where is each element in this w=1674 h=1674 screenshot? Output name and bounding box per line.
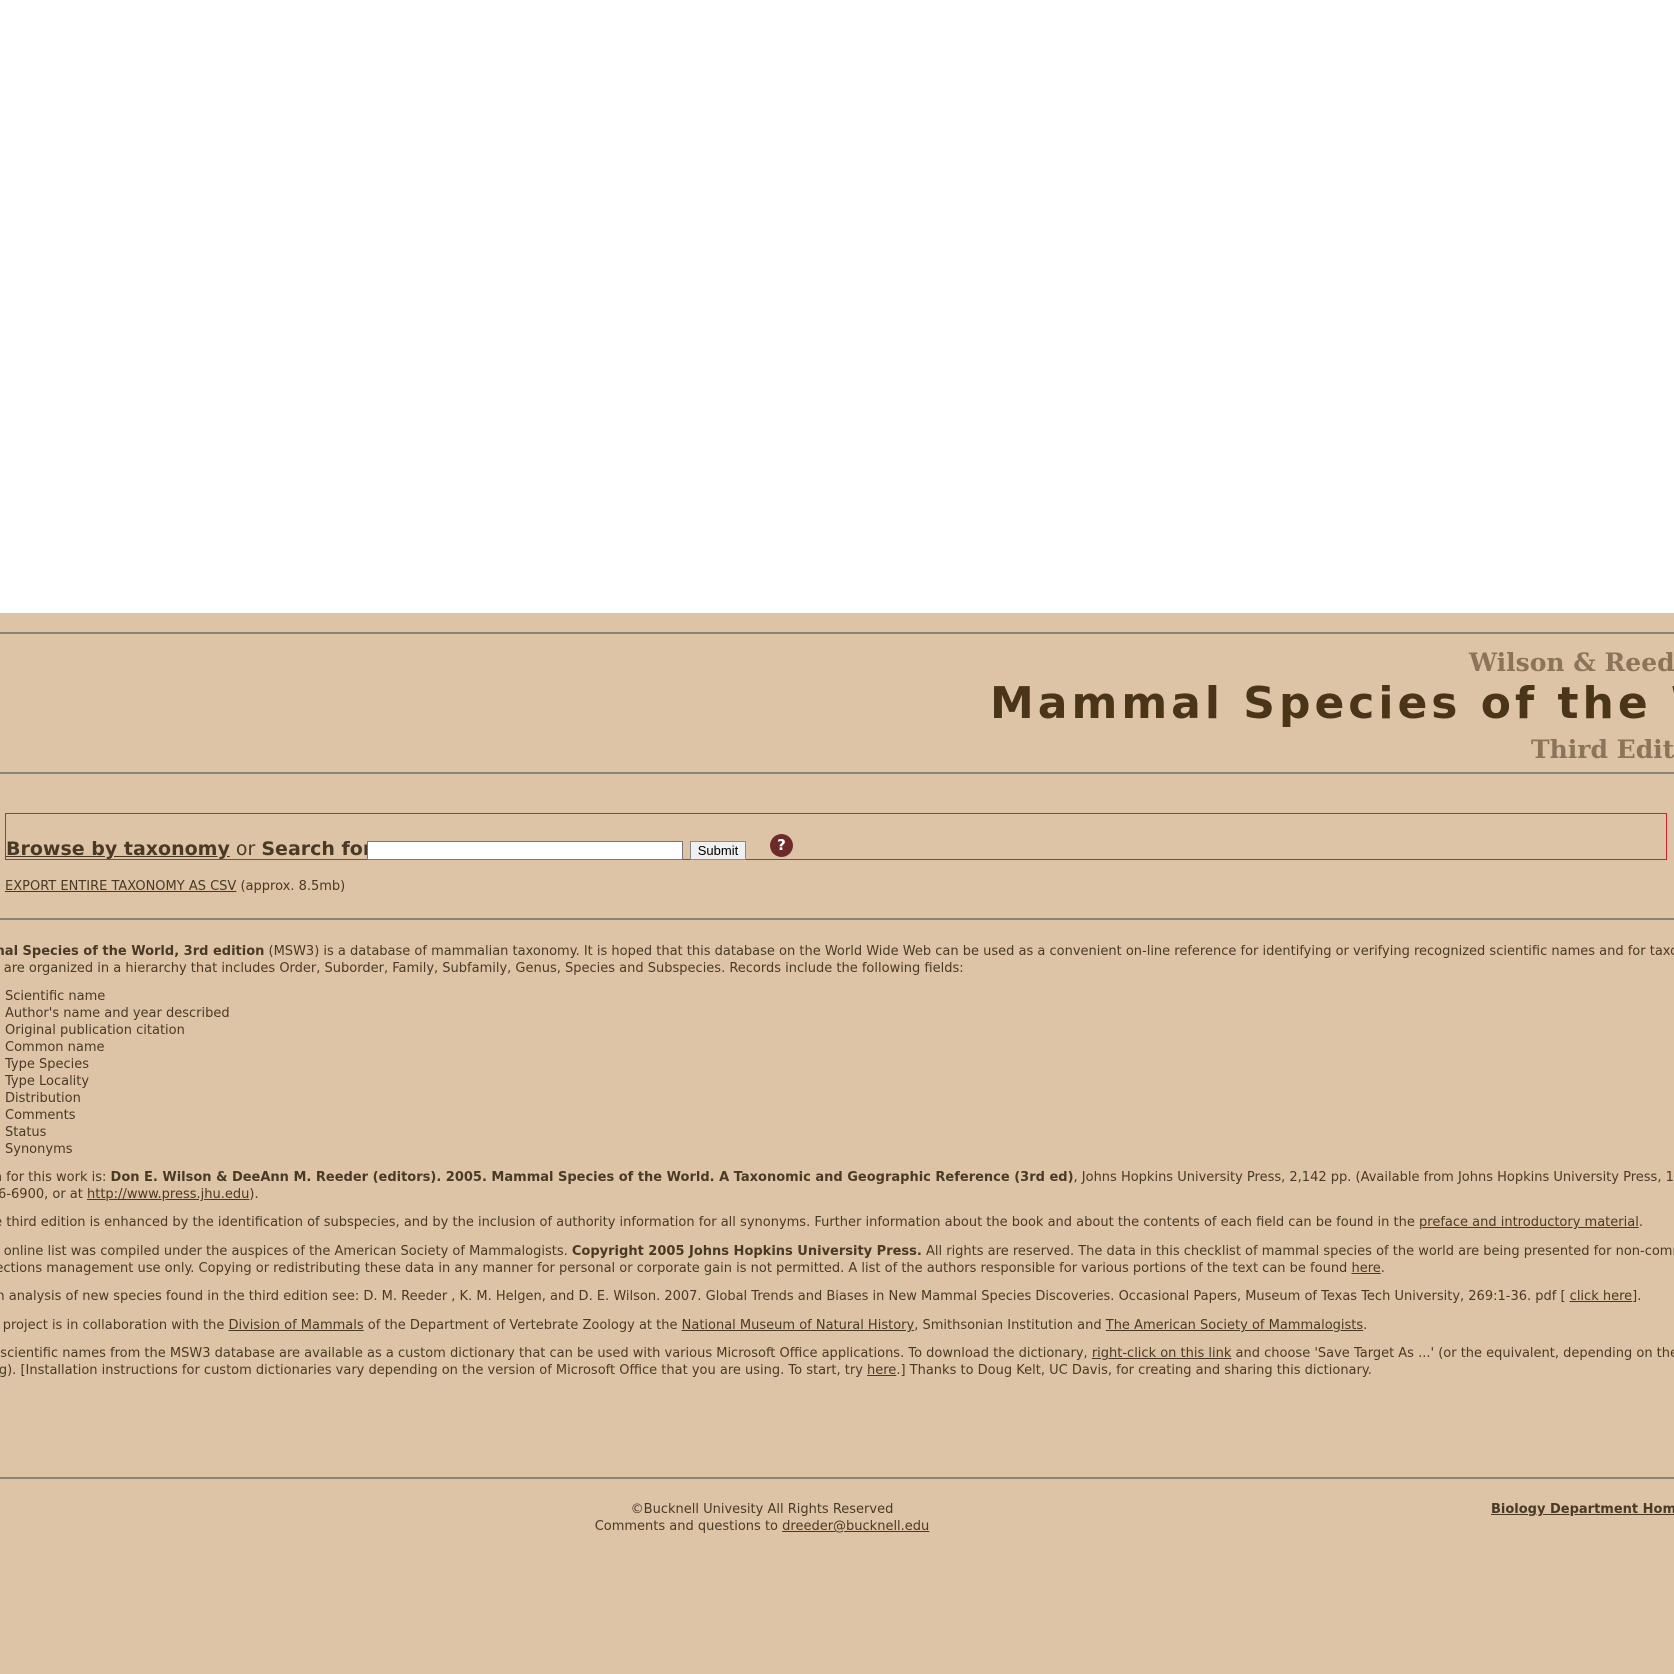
nmnh-link[interactable]: National Museum of Natural History <box>682 1318 915 1333</box>
footer: ©Bucknell Univesity All Rights Reserved … <box>0 1501 1524 1535</box>
authors-here-link[interactable]: here <box>1351 1261 1380 1276</box>
export-csv-link[interactable]: EXPORT ENTIRE TAXONOMY AS CSV <box>5 879 236 894</box>
header-bottom-rule <box>0 772 1674 774</box>
or-text: or <box>235 838 256 860</box>
header-top-rule <box>0 632 1674 634</box>
dictionary-intro: The scientific names from the MSW3 datab… <box>0 1346 1092 1361</box>
analysis-pdf-link[interactable]: click here <box>1570 1289 1632 1304</box>
compiled-intro: This online list was compiled under the … <box>0 1244 572 1259</box>
dictionary-paragraph: The scientific names from the MSW3 datab… <box>0 1345 1674 1379</box>
intro-line1-text: (MSW3) is a database of mammalian taxono… <box>264 944 1674 959</box>
analysis-paragraph: For an analysis of new species found in … <box>0 1288 1641 1305</box>
jhu-press-link[interactable]: http://www.press.jhu.edu <box>87 1187 249 1202</box>
dictionary-download-link[interactable]: right-click on this link <box>1092 1346 1232 1361</box>
footer-copyright: ©Bucknell Univesity All Rights Reserved <box>630 1502 894 1517</box>
list-item: Type Locality <box>5 1074 90 1089</box>
contact-email-link[interactable]: dreeder@bucknell.edu <box>782 1519 929 1534</box>
export-line: EXPORT ENTIRE TAXONOMY AS CSV (approx. 8… <box>5 878 345 895</box>
preface-link[interactable]: preface and introductory material <box>1419 1215 1639 1230</box>
citation-paragraph: The citation for this work is: Don E. Wi… <box>0 1169 1674 1203</box>
citation-intro: The citation for this work is: <box>0 1170 107 1185</box>
list-item: Synonyms <box>5 1142 73 1157</box>
citation-phone: or (410) 516-6900, or at <box>0 1187 83 1202</box>
search-form: Browse by taxonomy or Search for: Submit… <box>5 813 1667 860</box>
compiled-paragraph: This online list was compiled under the … <box>0 1243 1674 1277</box>
intro-line2-text: names are organized in a hierarchy that … <box>0 961 964 976</box>
page-background: Wilson & Reeder Mammal Species of the Wo… <box>0 613 1674 1674</box>
third-edition-paragraph: The third edition is enhanced by the ide… <box>0 1214 1643 1231</box>
collaboration-paragraph: This project is in collaboration with th… <box>0 1317 1367 1334</box>
site-header: Wilson & Reeder Mammal Species of the Wo… <box>0 643 1674 764</box>
submit-button[interactable]: Submit <box>690 841 746 860</box>
list-item: Author's name and year described <box>5 1006 230 1021</box>
citation-reference: Don E. Wilson & DeeAnn M. Reeder (editor… <box>110 1170 1074 1185</box>
list-item: Status <box>5 1125 47 1140</box>
compiled-usage: collections management use only. Copying… <box>0 1261 1352 1276</box>
list-item: Scientific name <box>5 989 106 1004</box>
list-item: Type Species <box>5 1057 90 1072</box>
help-icon[interactable]: ? <box>770 834 793 857</box>
collaboration-text-1: of the Department of Vertebrate Zoology … <box>363 1318 682 1333</box>
dictionary-thanks: .] Thanks to Doug Kelt, UC Davis, for cr… <box>896 1363 1372 1378</box>
compiled-rights: All rights are reserved. The data in thi… <box>925 1244 1674 1259</box>
content-top-rule <box>0 918 1674 920</box>
collaboration-intro: This project is in collaboration with th… <box>0 1318 225 1333</box>
search-input[interactable] <box>367 841 683 860</box>
site-title: Mammal Species of the World <box>990 678 1674 729</box>
browse-taxonomy-link[interactable]: Browse by taxonomy <box>6 838 230 860</box>
asm-link[interactable]: The American Society of Mammalogists <box>1106 1318 1363 1333</box>
export-size-note: (approx. 8.5mb) <box>240 879 346 894</box>
collaboration-end: . <box>1363 1318 1368 1333</box>
footer-contact-text: Comments and questions to <box>594 1519 783 1534</box>
third-edition-text: The third edition is enhanced by the ide… <box>0 1215 1420 1230</box>
analysis-end: ]. <box>1632 1289 1642 1304</box>
collaboration-text-2: , Smithsonian Institution and <box>914 1318 1106 1333</box>
intro-bold-title: Mammal Species of the World, 3rd edition <box>0 944 265 959</box>
record-fields-list: Scientific name Author's name and year d… <box>5 988 230 1158</box>
list-item: Common name <box>5 1040 105 1055</box>
footer-right: Biology Department Home Page <box>1491 1501 1674 1518</box>
analysis-text: For an analysis of new species found in … <box>0 1289 1570 1304</box>
copyright-notice: Copyright 2005 Johns Hopkins University … <box>571 1244 922 1259</box>
list-item: Distribution <box>5 1091 81 1106</box>
compiled-end: . <box>1380 1261 1385 1276</box>
dictionary-install-link[interactable]: here <box>867 1363 896 1378</box>
citation-end: ). <box>249 1187 259 1202</box>
division-of-mammals-link[interactable]: Division of Mammals <box>228 1318 363 1333</box>
dictionary-install-note: using). [Installation instructions for c… <box>0 1363 868 1378</box>
list-item: Original publication citation <box>5 1023 185 1038</box>
citation-publisher: , Johns Hopkins University Press, 2,142 … <box>1073 1170 1674 1185</box>
list-item: Comments <box>5 1108 76 1123</box>
dictionary-instructions: and choose 'Save Target As ...' (or the … <box>1235 1346 1674 1361</box>
intro-paragraph: Mammal Species of the World, 3rd edition… <box>0 943 1674 977</box>
biology-home-link[interactable]: Biology Department Home Page <box>1491 1502 1674 1517</box>
header-authors: Wilson & Reeder <box>1469 648 1674 677</box>
header-edition: Third Edition <box>1531 735 1674 764</box>
third-edition-end: . <box>1638 1215 1643 1230</box>
search-row: Browse by taxonomy or Search for: <box>6 838 380 860</box>
search-for-label: Search for: <box>261 838 380 860</box>
footer-rule <box>0 1477 1674 1479</box>
